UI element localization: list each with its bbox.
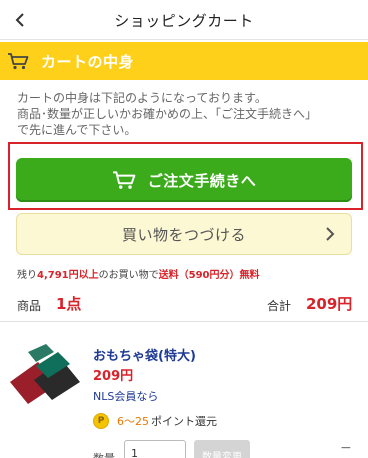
cart-summary: 商品 1点 合計 209円 xyxy=(0,288,368,322)
continue-shopping-label: 買い物をつづける xyxy=(121,225,246,244)
free-shipping-amount: 4,791円以上 xyxy=(37,270,99,281)
product-image[interactable] xyxy=(6,342,82,408)
product-name-link[interactable]: おもちゃ袋(特大) xyxy=(93,345,196,364)
proceed-to-checkout-label: ご注文手続きへ xyxy=(147,171,257,190)
proceed-to-checkout-button[interactable]: ご注文手続きへ xyxy=(16,158,352,202)
remove-item-button[interactable]: − xyxy=(340,440,352,456)
page-title: ショッピングカート xyxy=(114,12,254,30)
points-range: 6〜25 xyxy=(117,415,149,428)
notice-line: で先に進んで下さい。 xyxy=(17,123,137,137)
cart-icon xyxy=(8,53,29,70)
quantity-input[interactable]: 1 xyxy=(124,440,186,458)
free-shipping-prefix: 残り xyxy=(17,270,37,281)
cart-notice: カートの中身は下記のようになっております。 商品･数量が正しいかお確かめの上、「… xyxy=(17,90,362,138)
points-text: ポイント還元 xyxy=(151,415,217,428)
free-shipping-value: 送料（590円分）無料 xyxy=(158,270,260,281)
continue-shopping-button[interactable]: 買い物をつづける xyxy=(16,213,352,255)
update-quantity-button[interactable]: 数量変更 xyxy=(194,440,250,458)
product-price: 209円 xyxy=(93,369,134,384)
free-shipping-middle: のお買い物で xyxy=(98,270,159,281)
top-bar: ショッピングカート xyxy=(0,0,368,40)
total-label: 合計 xyxy=(267,299,292,313)
cart-item: おもちゃ袋(特大) 209円 NLS会員なら P 6〜25 ポイント還元 数量 … xyxy=(0,323,368,458)
points-row: P 6〜25 ポイント還元 xyxy=(93,413,217,429)
notice-line: カートの中身は下記のようになっております。 xyxy=(17,91,267,105)
quantity-label: 数量 xyxy=(93,450,115,458)
cart-icon xyxy=(112,171,136,189)
item-count-value: 1点 xyxy=(56,295,82,313)
section-title: カートの中身 xyxy=(41,52,135,71)
free-shipping-notice: 残り4,791円以上のお買い物で送料（590円分）無料 xyxy=(17,266,260,281)
point-coin-icon: P xyxy=(93,413,109,429)
total-value: 209円 xyxy=(306,295,353,313)
member-note: NLS会員なら xyxy=(93,390,159,403)
chevron-right-icon xyxy=(326,227,335,241)
notice-line: 商品･数量が正しいかお確かめの上、「ご注文手続きへ」 xyxy=(17,107,318,121)
cart-contents-header: カートの中身 xyxy=(0,42,368,80)
item-count-label: 商品 xyxy=(17,299,42,313)
